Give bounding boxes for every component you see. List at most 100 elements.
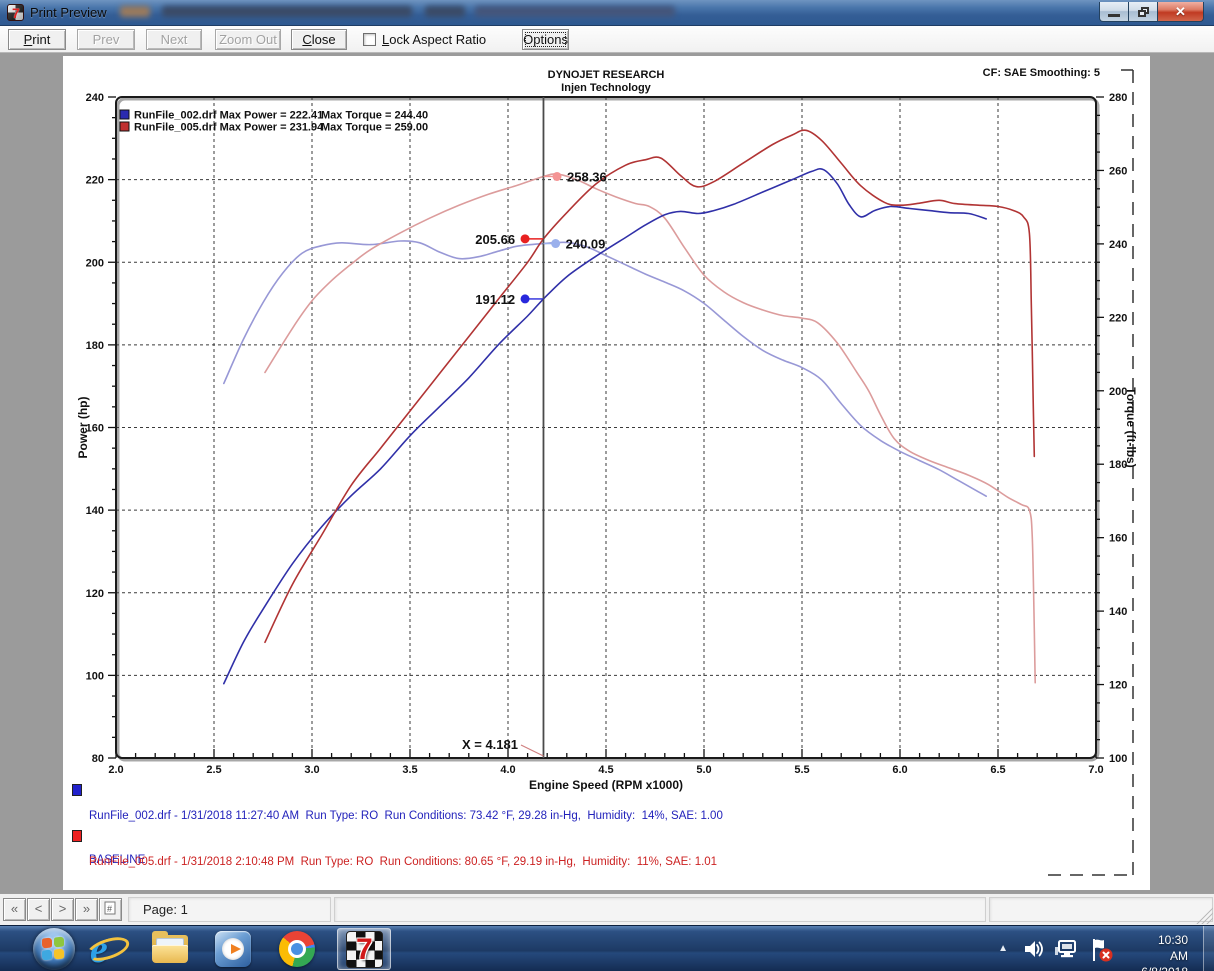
svg-text:120: 120 bbox=[1109, 680, 1127, 692]
show-hidden-icons-button[interactable]: ▲ bbox=[998, 943, 1008, 954]
svg-text:140: 140 bbox=[86, 505, 104, 517]
prev-page-button[interactable]: < bbox=[27, 898, 50, 921]
svg-text:280: 280 bbox=[1109, 92, 1127, 104]
gridlines bbox=[116, 97, 1096, 758]
taskbar-item-file-explorer[interactable] bbox=[150, 929, 190, 969]
preview-area: DYNOJET RESEARCHInjen TechnologyCF: SAE … bbox=[0, 53, 1214, 893]
dyno-chart: DYNOJET RESEARCHInjen TechnologyCF: SAE … bbox=[63, 56, 1150, 890]
svg-text:240: 240 bbox=[86, 92, 104, 104]
lock-aspect-ratio-checkbox[interactable] bbox=[363, 33, 376, 46]
svg-text:180: 180 bbox=[86, 340, 104, 352]
callout-dot bbox=[553, 172, 561, 180]
toolbar: Print Prev Next Zoom Out Close Lock Aspe… bbox=[0, 26, 1214, 53]
legend-right-text: Max Torque = 244.40 bbox=[321, 110, 428, 122]
taskbar: e 7 ▲ bbox=[0, 925, 1214, 971]
curves bbox=[224, 130, 1035, 683]
print-preview-window: 7 Print Preview ✕ Print Prev Next Zoom O… bbox=[0, 0, 1214, 971]
cursor-callouts: 258.36240.09205.66191.12 bbox=[475, 169, 606, 306]
svg-text:5.5: 5.5 bbox=[794, 764, 809, 776]
torque-axis-title: Torque (ft-lbs) bbox=[1124, 387, 1138, 467]
network-icon[interactable] bbox=[1054, 937, 1080, 961]
svg-text:140: 140 bbox=[1109, 606, 1127, 618]
callout-value: 205.66 bbox=[475, 232, 515, 247]
run2-line1: RunFile_005.drf - 1/31/2018 2:10:48 PM R… bbox=[89, 855, 717, 870]
minimize-button[interactable] bbox=[1099, 2, 1129, 22]
clock-date: 6/8/2018 bbox=[1141, 964, 1188, 971]
curve-runfile-005-torque bbox=[265, 174, 1035, 683]
status-panel-3 bbox=[989, 897, 1213, 922]
svg-text:260: 260 bbox=[1109, 165, 1127, 177]
cursor-label-leader bbox=[521, 745, 543, 756]
dynojet-icon: 7 bbox=[346, 931, 383, 968]
start-button[interactable] bbox=[33, 928, 75, 970]
statusbar: « < > » # Page: 1 bbox=[0, 893, 1214, 925]
run1-color-chip bbox=[72, 784, 82, 796]
show-desktop-button[interactable] bbox=[1203, 926, 1214, 971]
run1-line1: RunFile_002.drf - 1/31/2018 11:27:40 AM … bbox=[89, 809, 723, 824]
taskbar-clock[interactable]: 10:30 AM 6/8/2018 bbox=[1141, 932, 1188, 971]
redacted-title-text bbox=[120, 4, 625, 19]
svg-text:6.5: 6.5 bbox=[990, 764, 1005, 776]
callout-value: 258.36 bbox=[567, 169, 607, 184]
svg-text:6.0: 6.0 bbox=[892, 764, 907, 776]
svg-text:240: 240 bbox=[1109, 239, 1127, 251]
page-number-icon: # bbox=[104, 901, 117, 916]
chart-legend: RunFile_002.drf Max Power = 222.41Max To… bbox=[120, 110, 428, 134]
prev-button[interactable]: Prev bbox=[77, 29, 135, 50]
svg-text:4.0: 4.0 bbox=[500, 764, 515, 776]
close-window-button[interactable]: ✕ bbox=[1157, 2, 1204, 22]
window-controls: ✕ bbox=[1099, 2, 1204, 22]
volume-icon[interactable] bbox=[1022, 937, 1046, 961]
svg-text:4.5: 4.5 bbox=[598, 764, 613, 776]
svg-text:3.0: 3.0 bbox=[304, 764, 319, 776]
svg-text:200: 200 bbox=[86, 257, 104, 269]
legend-left-text: RunFile_005.drf Max Power = 231.94 bbox=[134, 122, 324, 134]
lock-aspect-ratio-control: Lock Aspect Ratio bbox=[363, 32, 486, 47]
svg-text:2.5: 2.5 bbox=[206, 764, 221, 776]
restore-icon bbox=[1138, 7, 1149, 17]
legend-chip bbox=[120, 110, 129, 119]
goto-page-button[interactable]: # bbox=[99, 898, 122, 921]
zoom-out-button[interactable]: Zoom Out bbox=[215, 29, 281, 50]
preview-page: DYNOJET RESEARCHInjen TechnologyCF: SAE … bbox=[63, 56, 1150, 890]
run2-color-chip bbox=[72, 830, 82, 842]
last-page-button[interactable]: » bbox=[75, 898, 98, 921]
cursor-x-label: X = 4.181 bbox=[462, 737, 518, 752]
callout-dot bbox=[521, 235, 529, 243]
legend-left-text: RunFile_002.drf Max Power = 222.41 bbox=[134, 110, 323, 122]
chart-title: DYNOJET RESEARCH bbox=[548, 69, 665, 81]
svg-text:7.0: 7.0 bbox=[1088, 764, 1103, 776]
app-icon: 7 bbox=[7, 4, 24, 21]
resize-grip[interactable] bbox=[1196, 907, 1213, 924]
taskbar-item-dynojet-active[interactable]: 7 bbox=[337, 928, 391, 970]
callout-dot bbox=[521, 295, 529, 303]
svg-text:160: 160 bbox=[1109, 533, 1127, 545]
svg-text:220: 220 bbox=[86, 175, 104, 187]
close-preview-button[interactable]: Close bbox=[291, 29, 347, 50]
legend-chip bbox=[120, 122, 129, 131]
svg-text:100: 100 bbox=[86, 670, 104, 682]
svg-text:100: 100 bbox=[1109, 753, 1127, 765]
taskbar-item-internet-explorer[interactable]: e bbox=[88, 929, 128, 969]
cf-smoothing-note: CF: SAE Smoothing: 5 bbox=[983, 67, 1100, 79]
svg-text:3.5: 3.5 bbox=[402, 764, 417, 776]
options-button[interactable]: Options bbox=[522, 29, 569, 50]
next-page-button[interactable]: > bbox=[51, 898, 74, 921]
taskbar-item-media-player[interactable] bbox=[213, 929, 253, 969]
print-button[interactable]: Print bbox=[8, 29, 66, 50]
next-button[interactable]: Next bbox=[146, 29, 202, 50]
svg-text:220: 220 bbox=[1109, 312, 1127, 324]
callout-dot bbox=[552, 240, 560, 248]
taskbar-item-chrome[interactable] bbox=[277, 929, 317, 969]
restore-button[interactable] bbox=[1129, 2, 1157, 22]
svg-text:120: 120 bbox=[86, 588, 104, 600]
legend-right-text: Max Torque = 259.00 bbox=[321, 122, 428, 134]
callout-value: 240.09 bbox=[566, 237, 606, 252]
status-panel-2 bbox=[334, 897, 986, 922]
action-center-flag-icon[interactable] bbox=[1088, 937, 1114, 963]
svg-text:80: 80 bbox=[92, 753, 104, 765]
first-page-button[interactable]: « bbox=[3, 898, 26, 921]
titlebar[interactable]: 7 Print Preview ✕ bbox=[0, 0, 1214, 26]
window-title: Print Preview bbox=[30, 5, 107, 20]
play-icon bbox=[231, 944, 241, 954]
